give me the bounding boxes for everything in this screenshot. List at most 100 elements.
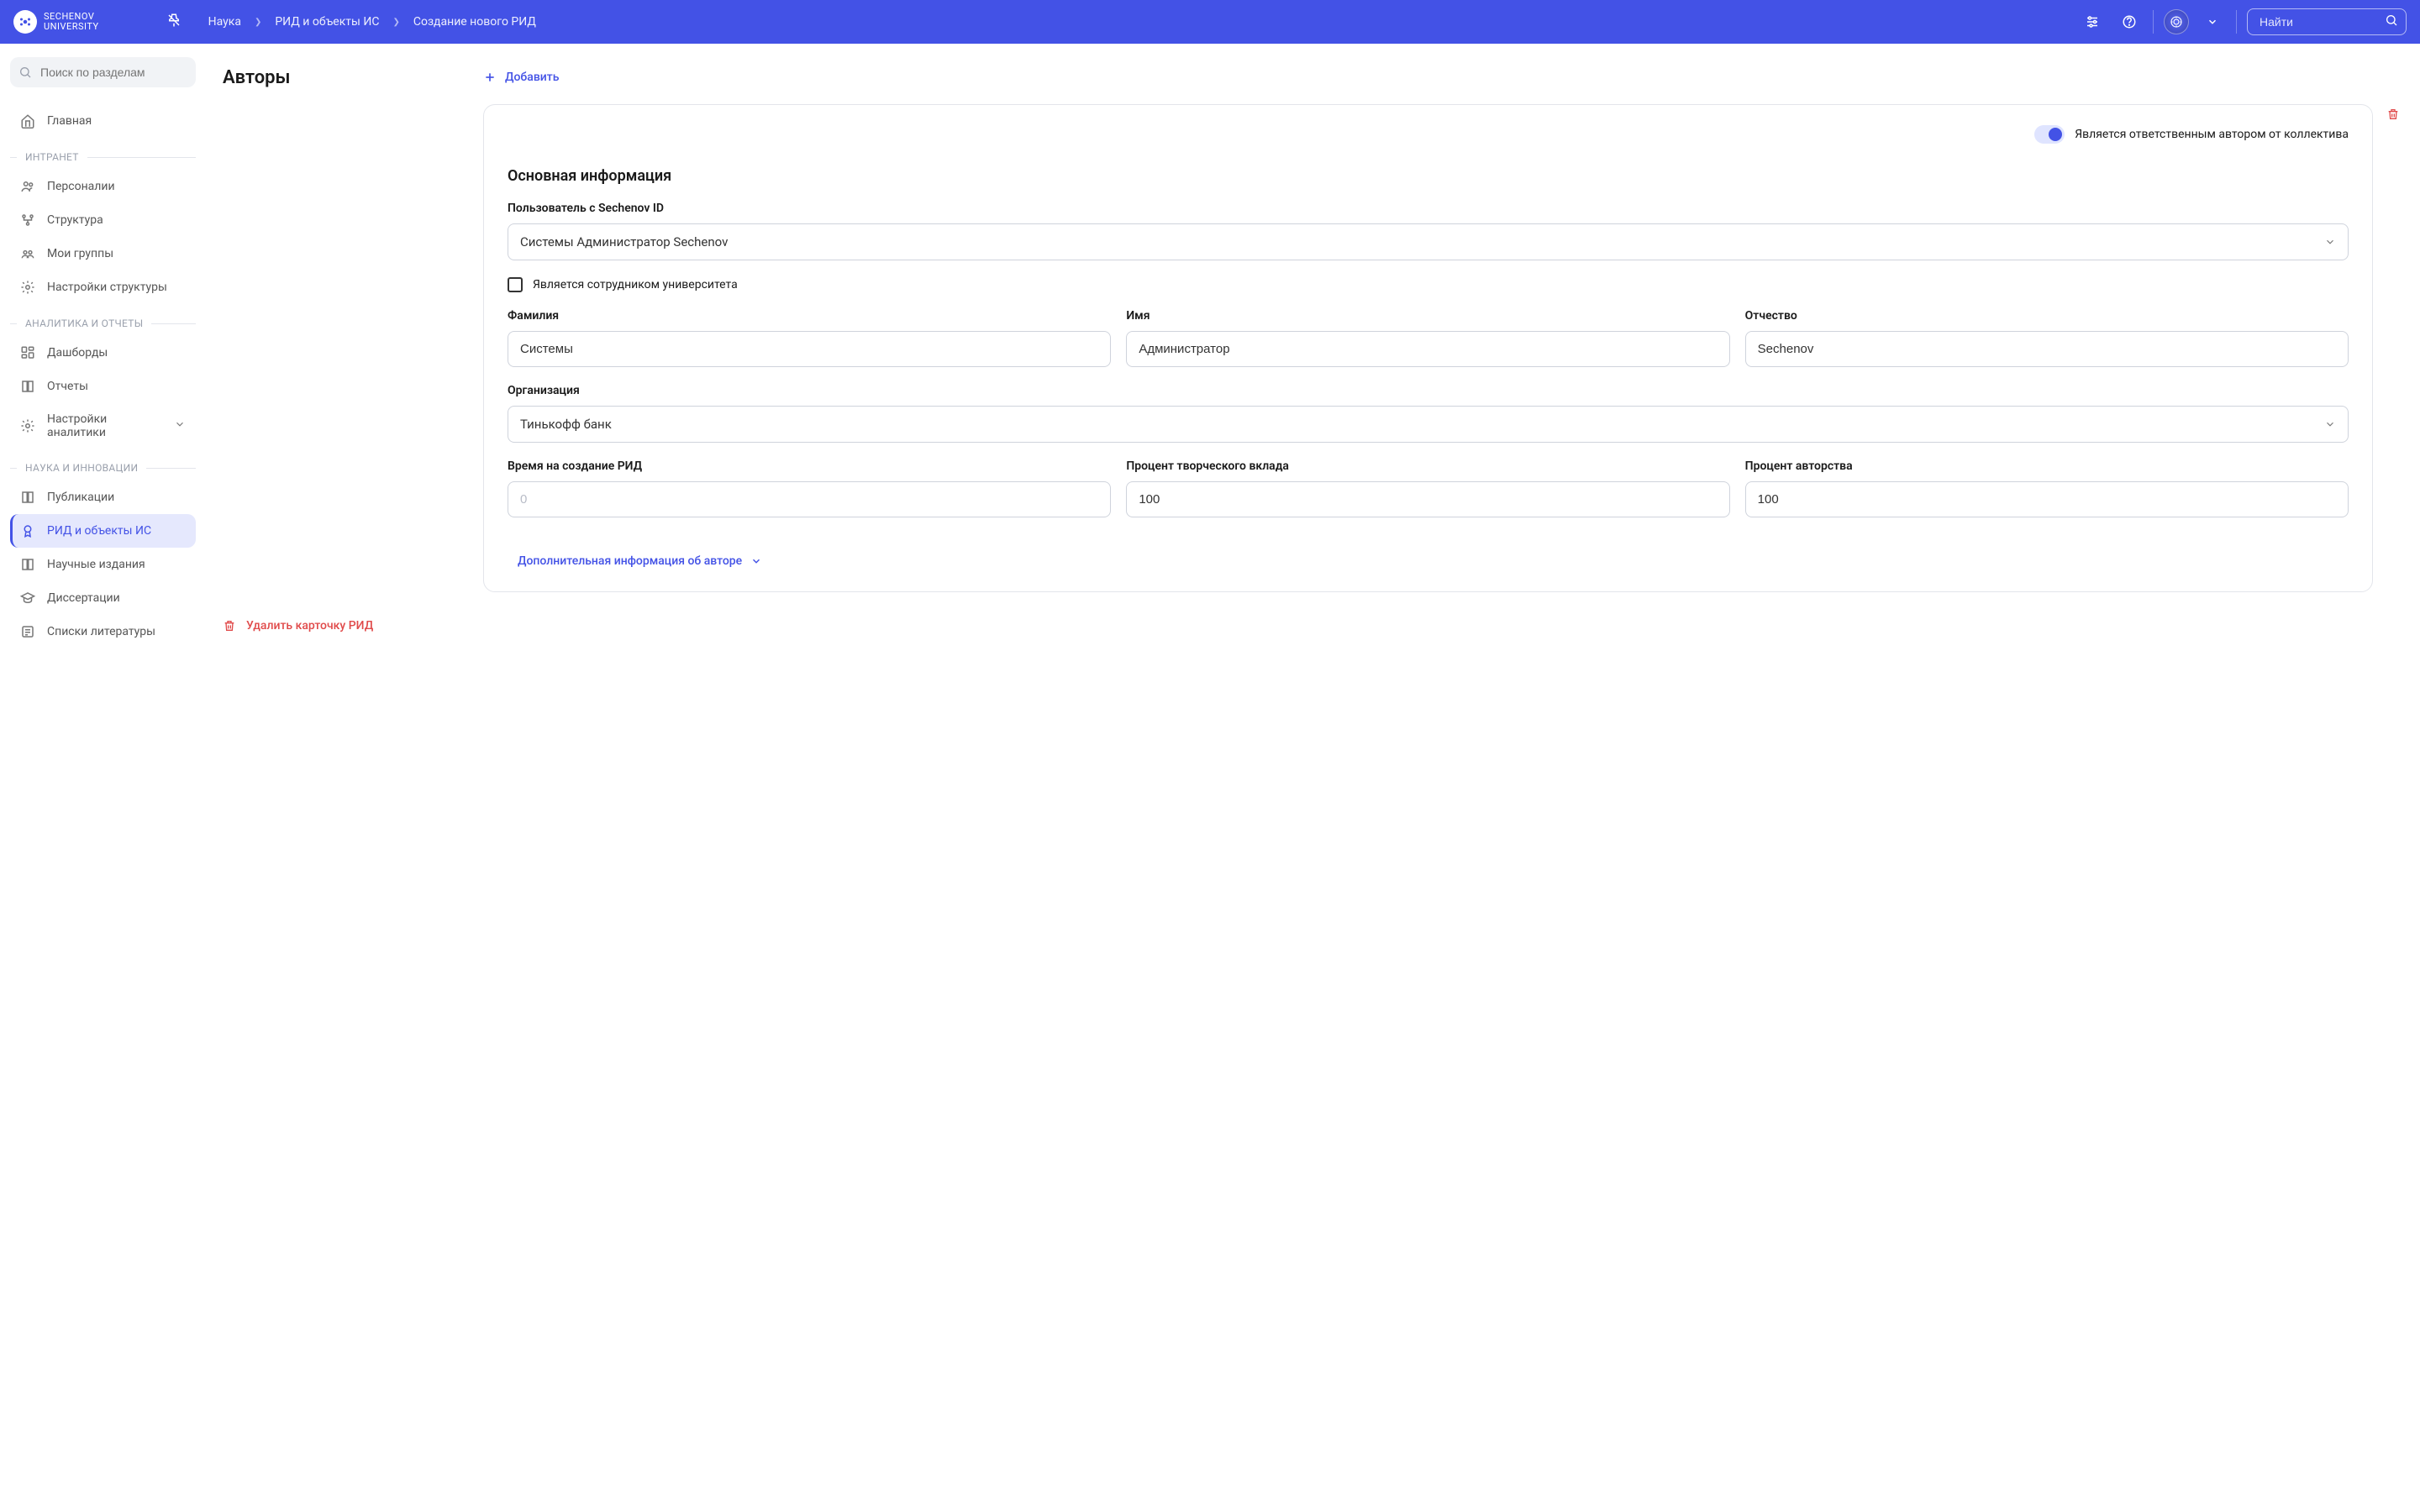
percent-creative-input[interactable]: [1126, 481, 1729, 517]
sidebar-item-personnel[interactable]: Персоналии: [10, 170, 196, 203]
sub-heading: Основная информация: [508, 167, 2349, 185]
divider: [2153, 10, 2154, 34]
book-open-icon: [20, 490, 35, 505]
user-select[interactable]: Системы Администратор Sechenov: [508, 223, 2349, 260]
org-label: Организация: [508, 384, 2349, 397]
pin-icon[interactable]: [166, 13, 182, 31]
percent-author-label: Процент авторства: [1745, 459, 2349, 473]
sidebar-item-label: Дашборды: [47, 346, 108, 360]
section-title: Авторы: [223, 67, 450, 88]
chevron-down-icon: [2324, 418, 2336, 430]
responsible-toggle-row: Является ответственным автором от коллек…: [508, 125, 2349, 144]
sidebar-item-label: Мои группы: [47, 247, 113, 260]
sidebar-item-rid[interactable]: РИД и объекты ИС: [10, 514, 196, 548]
sidebar-item-dashboards[interactable]: Дашборды: [10, 336, 196, 370]
topbar-search-input[interactable]: [2247, 8, 2407, 35]
add-button[interactable]: Добавить: [483, 71, 2400, 84]
plus-icon: [483, 71, 497, 84]
time-label: Время на создание РИД: [508, 459, 1111, 473]
firstname-label: Имя: [1126, 309, 1729, 323]
sidebar-item-home[interactable]: Главная: [10, 104, 196, 138]
gear-icon: [20, 280, 35, 295]
breadcrumb-item-3[interactable]: Создание нового РИД: [413, 15, 536, 29]
percent-creative-label: Процент творческого вклада: [1126, 459, 1729, 473]
sidebar-section-intranet: ИНТРАНЕТ: [10, 151, 196, 163]
sidebar-search-wrap: [10, 57, 196, 87]
sidebar-item-analytics-settings[interactable]: Настройки аналитики: [10, 403, 196, 449]
responsible-toggle[interactable]: [2034, 125, 2065, 144]
user-label: Пользователь с Sechenov ID: [508, 202, 2349, 215]
sidebar-item-structure-settings[interactable]: Настройки структуры: [10, 270, 196, 304]
sidebar-item-label: Научные издания: [47, 558, 145, 571]
sidebar-item-journals[interactable]: Научные издания: [10, 548, 196, 581]
avatar[interactable]: [2164, 9, 2189, 34]
trash-icon: [2386, 108, 2400, 121]
employee-checkbox[interactable]: Является сотрудником университета: [508, 277, 2349, 292]
delete-card-icon[interactable]: [2386, 108, 2400, 124]
topbar-right: [2079, 8, 2407, 35]
sidebar-item-reports[interactable]: Отчеты: [10, 370, 196, 403]
breadcrumb: Наука ❯ РИД и объекты ИС ❯ Создание ново…: [208, 15, 2079, 29]
sidebar-item-label: Главная: [47, 114, 92, 128]
delete-rid-button[interactable]: Удалить карточку РИД: [223, 619, 2400, 633]
divider: [2236, 10, 2237, 34]
sidebar-item-label: РИД и объекты ИС: [47, 524, 151, 538]
settings-sliders-icon[interactable]: [2079, 8, 2106, 35]
group-icon: [20, 246, 35, 261]
sidebar-item-label: Настройки аналитики: [47, 412, 162, 439]
trash-icon: [223, 619, 236, 633]
sidebar-section-science: НАУКА И ИННОВАЦИИ: [10, 462, 196, 474]
lastname-input[interactable]: [508, 331, 1111, 367]
breadcrumb-item-2[interactable]: РИД и объекты ИС: [275, 15, 379, 29]
sidebar-item-publications[interactable]: Публикации: [10, 480, 196, 514]
sidebar-item-references[interactable]: Списки литературы: [10, 615, 196, 648]
middlename-input[interactable]: [1745, 331, 2349, 367]
toggle-label: Является ответственным автором от коллек…: [2075, 128, 2349, 141]
help-icon[interactable]: [2116, 8, 2143, 35]
org-select[interactable]: Тинькофф банк: [508, 406, 2349, 443]
logo-text: SECHENOV UNIVERSITY: [44, 12, 99, 32]
topbar-search-wrap: [2247, 8, 2407, 35]
book-open-icon: [20, 557, 35, 572]
sidebar-section-analytics: АНАЛИТИКА И ОТЧЕТЫ: [10, 318, 196, 329]
sidebar-item-label: Структура: [47, 213, 103, 227]
sidebar-item-label: Отчеты: [47, 380, 88, 393]
gear-icon: [20, 418, 35, 433]
chevron-down-icon: [2324, 236, 2336, 248]
firstname-input[interactable]: [1126, 331, 1729, 367]
logo[interactable]: SECHENOV UNIVERSITY: [13, 10, 99, 34]
chevron-right-icon: ❯: [392, 18, 399, 27]
main-content: Авторы Добавить Является ответственным а…: [206, 44, 2420, 1512]
users-icon: [20, 179, 35, 194]
dashboard-icon: [20, 345, 35, 360]
list-icon: [20, 624, 35, 639]
breadcrumb-item-1[interactable]: Наука: [208, 15, 241, 29]
chevron-down-icon: [174, 418, 186, 433]
search-icon[interactable]: [2385, 13, 2398, 30]
percent-author-input[interactable]: [1745, 481, 2349, 517]
checkbox-box: [508, 277, 523, 292]
sidebar-item-label: Списки литературы: [47, 625, 155, 638]
sidebar-item-label: Диссертации: [47, 591, 120, 605]
sidebar-item-label: Персоналии: [47, 180, 115, 193]
expand-additional-info[interactable]: Дополнительная информация об авторе: [518, 554, 2349, 568]
lastname-label: Фамилия: [508, 309, 1111, 323]
sidebar-item-structure[interactable]: Структура: [10, 203, 196, 237]
award-icon: [20, 523, 35, 538]
sidebar-item-groups[interactable]: Мои группы: [10, 237, 196, 270]
hierarchy-icon: [20, 213, 35, 228]
middlename-label: Отчество: [1745, 309, 2349, 323]
home-icon: [20, 113, 35, 129]
graduation-icon: [20, 591, 35, 606]
chevron-down-icon[interactable]: [2199, 8, 2226, 35]
time-input[interactable]: [508, 481, 1111, 517]
search-icon: [18, 66, 32, 79]
topbar: SECHENOV UNIVERSITY Наука ❯ РИД и объект…: [0, 0, 2420, 44]
sidebar: Главная ИНТРАНЕТ Персоналии Структура Мо…: [0, 44, 206, 1512]
sidebar-search-input[interactable]: [10, 57, 196, 87]
chevron-right-icon: ❯: [255, 18, 261, 27]
sidebar-item-dissertations[interactable]: Диссертации: [10, 581, 196, 615]
logo-icon: [13, 10, 37, 34]
book-icon: [20, 379, 35, 394]
chevron-down-icon: [750, 555, 762, 567]
